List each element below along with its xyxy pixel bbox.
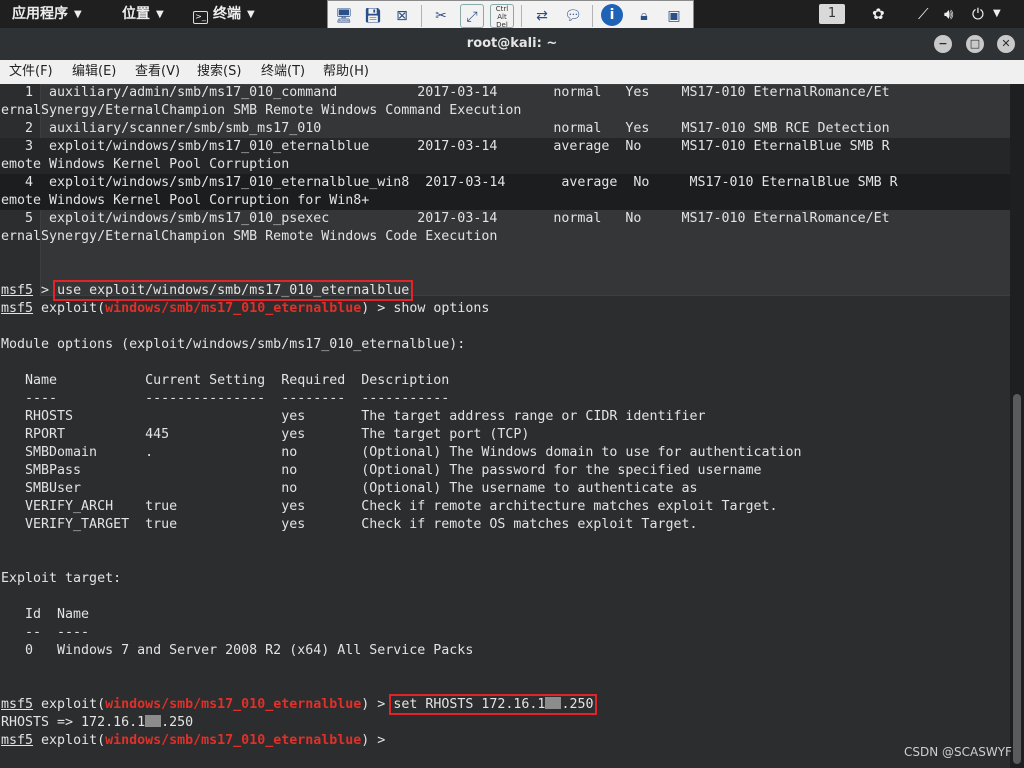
scrollbar-thumb[interactable] — [1013, 394, 1021, 764]
rhosts-output: RHOSTS => 172.16.1 .250 — [1, 714, 193, 732]
disconnect-monitor-icon[interactable]: ⊠ — [390, 4, 414, 28]
close-button[interactable]: ✕ — [997, 35, 1015, 53]
target-row: 0 Windows 7 and Server 2008 R2 (x64) All… — [1, 643, 474, 658]
options-table-header: Name Current Setting Required Descriptio… — [1, 373, 450, 388]
prompt-line-current: msf5 exploit(windows/smb/ms17_010_eterna… — [1, 732, 385, 750]
menu-help[interactable]: 帮助(H) — [323, 60, 369, 84]
module-path: windows/smb/ms17_010_eternalblue — [105, 301, 362, 316]
ctrl-alt-del-icon[interactable]: Ctrl Alt Del — [490, 4, 514, 29]
prompt-end: ) > — [361, 697, 386, 712]
exploit-word: exploit( — [41, 697, 106, 712]
exploit-target-header: Exploit target: — [1, 571, 122, 586]
chevron-down-icon: ▼ — [247, 9, 255, 20]
network-computers-icon[interactable]: ▣ — [662, 4, 686, 28]
maximize-button[interactable]: □ — [966, 35, 984, 53]
tools-icon[interactable]: ✂ — [429, 4, 453, 28]
network-icon[interactable]: ⟋ — [918, 4, 929, 24]
exploit-word: exploit( — [41, 301, 106, 316]
option-row: VERIFY_ARCH true yes Check if remote arc… — [1, 499, 778, 514]
show-command: show options — [393, 301, 490, 316]
set-command-suffix: .250 — [561, 697, 594, 712]
chevron-down-icon: ▼ — [156, 9, 164, 20]
save-icon[interactable]: 💾︎ — [361, 4, 385, 28]
prompt-user: msf5 — [1, 697, 34, 712]
search-result-line: 3 exploit/windows/smb/ms17_010_eternalbl… — [1, 139, 890, 154]
places-menu-label: 位置 — [122, 6, 150, 22]
lock-icon[interactable]: 🔒︎ — [632, 4, 656, 28]
search-result-line: emote Windows Kernel Pool Corruption for… — [1, 193, 370, 208]
window-title: root@kali: ~ — [466, 36, 558, 51]
module-path: windows/smb/ms17_010_eternalblue — [105, 697, 362, 712]
terminal-output[interactable]: 1 auxiliary/admin/smb/ms17_010_command 2… — [0, 84, 1010, 768]
search-result-line: ernalSynergy/EternalChampion SMB Remote … — [1, 103, 522, 118]
chevron-down-icon: ▼ — [74, 9, 82, 20]
option-row: RHOSTS yes The target address range or C… — [1, 409, 706, 424]
workspace-indicator[interactable]: 1 — [819, 4, 845, 24]
search-result-line: ernalSynergy/EternalChampion SMB Remote … — [1, 229, 498, 244]
search-result-line: emote Windows Kernel Pool Corruption — [1, 157, 290, 172]
option-row: RPORT 445 yes The target port (TCP) — [1, 427, 530, 442]
use-command-highlight: use exploit/windows/smb/ms17_010_eternal… — [53, 280, 414, 301]
transfer-icon[interactable]: ⇄ — [530, 4, 554, 28]
prompt-line-set: msf5 exploit(windows/smb/ms17_010_eterna… — [1, 694, 598, 715]
redaction-mask — [545, 697, 562, 709]
paw-icon[interactable]: ✿ — [872, 4, 885, 24]
menu-edit[interactable]: 编辑(E) — [72, 60, 116, 84]
menu-terminal[interactable]: 终端(T) — [261, 60, 305, 84]
option-row: SMBPass no (Optional) The password for t… — [1, 463, 762, 478]
prompt-user: msf5 — [1, 733, 34, 748]
search-result-line: 1 auxiliary/admin/smb/ms17_010_command 2… — [1, 85, 890, 100]
menubar: 文件(F) 编辑(E) 查看(V) 搜索(S) 终端(T) 帮助(H) — [0, 60, 1024, 84]
monitor-icon[interactable]: 🖥︎ — [332, 4, 356, 28]
rhosts-output-prefix: RHOSTS => 172.16.1 — [1, 715, 146, 730]
search-result-line: 5 exploit/windows/smb/ms17_010_psexec 20… — [1, 211, 890, 226]
option-row: SMBUser no (Optional) The username to au… — [1, 481, 698, 496]
rhosts-output-suffix: .250 — [161, 715, 194, 730]
redaction-mask — [145, 715, 162, 727]
prompt-end: ) > — [361, 301, 386, 316]
exploit-word: exploit( — [41, 733, 106, 748]
prompt-user: msf5 — [1, 301, 34, 316]
terminal-scrollbar[interactable] — [1010, 84, 1024, 768]
set-command-prefix: set RHOSTS 172.16.1 — [393, 697, 546, 712]
places-menu[interactable]: 位置 ▼ — [122, 0, 164, 28]
search-result-line: 4 exploit/windows/smb/ms17_010_eternalbl… — [1, 175, 898, 190]
terminal-app-menu-label: 终端 — [213, 6, 241, 22]
minimize-button[interactable]: − — [934, 35, 952, 53]
options-table-rule: ---- --------------- -------- ----------… — [1, 391, 450, 406]
fullscreen-icon[interactable]: ⤢ — [460, 4, 484, 28]
prompt-user: msf5 — [1, 283, 34, 298]
menu-view[interactable]: 查看(V) — [135, 60, 180, 84]
applications-menu-label: 应用程序 — [12, 6, 68, 22]
terminal-icon: >_ — [193, 11, 208, 24]
option-row: SMBDomain . no (Optional) The Windows do… — [1, 445, 802, 460]
chevron-down-icon[interactable]: ▼ — [993, 4, 1001, 24]
module-path: windows/smb/ms17_010_eternalblue — [105, 733, 362, 748]
menu-search[interactable]: 搜索(S) — [197, 60, 241, 84]
prompt-line-use: msf5 > use exploit/windows/smb/ms17_010_… — [1, 280, 414, 301]
target-table-header: Id Name — [1, 607, 90, 622]
terminal-app-menu[interactable]: >_ 终端 ▼ — [193, 0, 255, 28]
search-result-line: 2 auxiliary/scanner/smb/smb_ms17_010 nor… — [1, 121, 890, 136]
volume-icon[interactable]: 🔊︎ — [944, 4, 953, 24]
module-options-header: Module options (exploit/windows/smb/ms17… — [1, 337, 466, 352]
watermark: CSDN @SCASWYF — [904, 745, 1012, 759]
prompt-end: ) > — [361, 733, 386, 748]
power-icon[interactable]: ⏻ — [972, 4, 984, 24]
chat-icon[interactable]: 💬︎ — [561, 4, 585, 28]
target-table-rule: -- ---- — [1, 625, 90, 640]
set-rhosts-highlight: set RHOSTS 172.16.1 .250 — [389, 694, 598, 715]
option-row: VERIFY_TARGET true yes Check if remote O… — [1, 517, 698, 532]
menu-file[interactable]: 文件(F) — [9, 60, 53, 84]
applications-menu[interactable]: 应用程序 ▼ — [12, 0, 82, 28]
prompt-line-show: msf5 exploit(windows/smb/ms17_010_eterna… — [1, 300, 489, 318]
window-titlebar: root@kali: ~ − □ ✕ — [0, 28, 1024, 60]
info-icon[interactable]: i — [601, 4, 623, 26]
